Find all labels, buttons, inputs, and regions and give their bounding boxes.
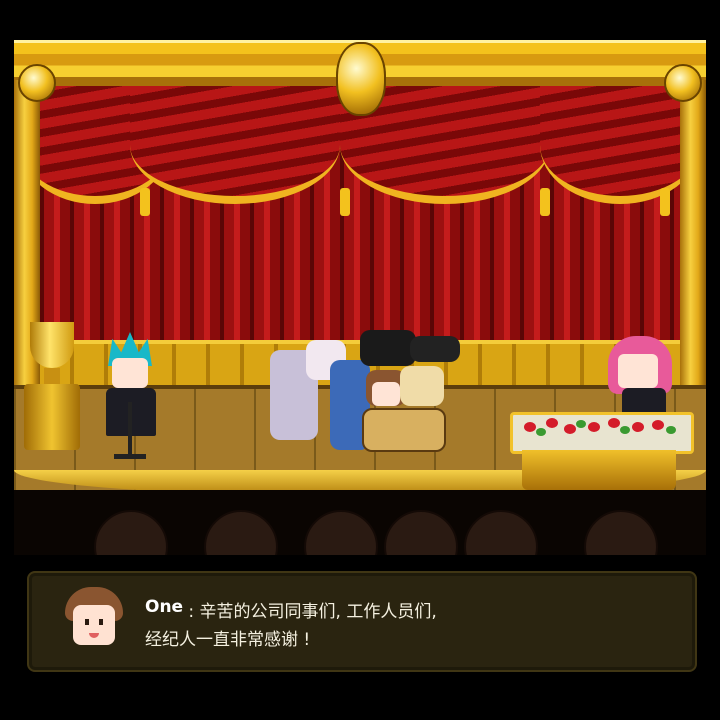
gold-ornament-right	[664, 64, 702, 102]
dialog-text-1: 辛苦的公司同事们, 工作人员们,	[199, 602, 437, 622]
dialog-box[interactable]: One : 辛苦的公司同事们, 工作人员们, 经纪人一直非常感谢 !	[27, 571, 697, 672]
flower-table	[510, 412, 694, 492]
gold-ornament-left	[18, 64, 56, 102]
idol-group	[270, 330, 470, 460]
dialog-line-1: : 辛苦的公司同事们, 工作人员们,	[183, 597, 437, 622]
dialog-line-2: 经纪人一直非常感谢 !	[145, 630, 311, 650]
mc-character	[102, 332, 162, 462]
trophy-icon	[24, 322, 80, 452]
speaker-avatar	[65, 587, 123, 649]
presenter-character	[608, 336, 678, 416]
speaker-separator: :	[183, 602, 200, 622]
gold-ornament-center	[336, 42, 386, 116]
stage-scene[interactable]	[14, 40, 706, 555]
speaker-name: One	[145, 597, 184, 617]
